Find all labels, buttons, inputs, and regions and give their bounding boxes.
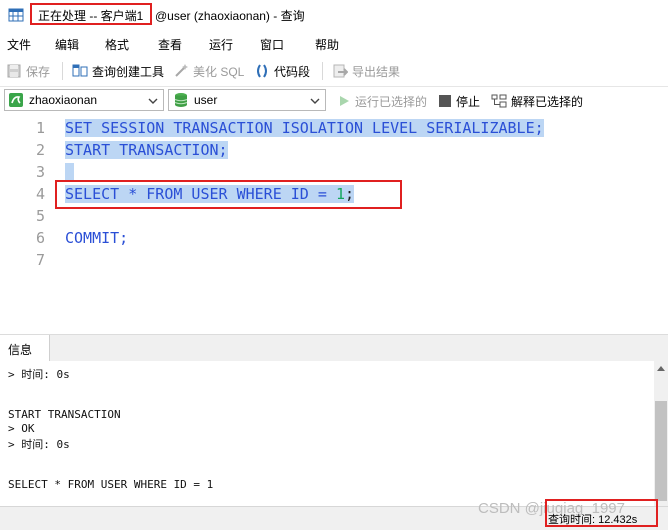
log-line: > OK	[8, 422, 35, 435]
log-scrollbar[interactable]	[654, 361, 668, 506]
line-number: 3	[35, 163, 45, 181]
database-icon	[174, 93, 188, 107]
log-line: START TRANSACTION	[8, 408, 121, 421]
chevron-down-icon	[310, 98, 320, 104]
explain-selected-button[interactable]: 解释已选择的	[491, 92, 583, 110]
log-line: > 时间: 0s	[8, 438, 70, 451]
menu-file[interactable]: 文件	[7, 36, 31, 53]
code-line-3-empty	[65, 163, 75, 181]
stop-button[interactable]: 停止	[438, 92, 480, 110]
toolbar-divider	[322, 62, 323, 80]
server-connection-icon	[9, 93, 23, 107]
app-icon	[8, 7, 24, 23]
database-select[interactable]: user	[168, 89, 326, 111]
window-title: @user (zhaoxiaonan) - 查询	[155, 9, 305, 23]
run-selected-label: 运行已选择的	[355, 94, 428, 109]
line-number: 5	[35, 207, 45, 225]
query-builder-button[interactable]: 查询创建工具	[72, 62, 164, 80]
run-selected-button[interactable]: 运行已选择的	[337, 92, 427, 110]
connection-bar: zhaoxiaonan user 运行已选择的 停止 解释已选择的	[0, 87, 668, 115]
line-number: 1	[35, 119, 45, 137]
code-line-6: COMMIT;	[65, 229, 129, 247]
menu-run[interactable]: 运行	[209, 36, 233, 53]
code-snippet-label: 代码段	[274, 64, 311, 79]
server-select[interactable]: zhaoxiaonan	[4, 89, 164, 111]
stop-icon	[439, 95, 451, 107]
tab-info[interactable]: 信息	[0, 335, 50, 361]
toolbar-divider	[62, 62, 63, 80]
play-icon	[340, 96, 349, 106]
query-builder-label: 查询创建工具	[92, 64, 165, 79]
tab-info-label: 信息	[8, 343, 33, 357]
menu-window[interactable]: 窗口	[260, 36, 284, 53]
menu-format[interactable]: 格式	[105, 36, 129, 53]
scroll-thumb[interactable]	[655, 401, 667, 501]
menu-help[interactable]: 帮助	[315, 36, 339, 53]
menu-bar: 文件 编辑 格式 查看 运行 窗口 帮助	[0, 32, 668, 54]
query-time: 查询时间: 12.432s	[548, 514, 638, 526]
menu-edit[interactable]: 编辑	[55, 36, 79, 53]
export-results-label: 导出结果	[352, 64, 401, 79]
title-bar: 正在处理 -- 客户端1 @user (zhaoxiaonan) - 查询	[0, 0, 668, 30]
server-name: zhaoxiaonan	[29, 93, 98, 107]
toolbar: 保存 查询创建工具 美化 SQL 代码段 导出结果	[0, 56, 668, 87]
code-snippet-button[interactable]: 代码段	[254, 62, 310, 80]
result-tab-strip: 信息	[0, 334, 668, 362]
log-line: > 时间: 0s	[8, 368, 70, 381]
line-number: 6	[35, 229, 45, 247]
select-highlight-box	[55, 180, 402, 209]
explain-icon	[491, 94, 507, 108]
save-icon	[7, 64, 21, 78]
beautify-sql-label: 美化 SQL	[193, 64, 245, 79]
line-number-gutter: 1 2 3 4 5 6 7	[0, 116, 48, 334]
save-label: 保存	[26, 64, 51, 79]
code-line-2: START TRANSACTION;	[65, 141, 228, 159]
sql-editor[interactable]: 1 2 3 4 5 6 7 SET SESSION TRANSACTION IS…	[0, 116, 668, 334]
window-title-status: 正在处理 -- 客户端1	[38, 9, 144, 23]
magic-wand-icon	[175, 64, 188, 77]
snippet-parentheses-icon	[257, 64, 267, 78]
message-log: > 时间: 0s START TRANSACTION > OK > 时间: 0s…	[0, 361, 654, 506]
line-number: 7	[35, 251, 45, 269]
menu-view[interactable]: 查看	[158, 36, 182, 53]
query-builder-icon	[72, 64, 88, 77]
beautify-sql-button[interactable]: 美化 SQL	[173, 62, 244, 80]
code-line-1: SET SESSION TRANSACTION ISOLATION LEVEL …	[65, 119, 544, 137]
stop-label: 停止	[456, 94, 481, 109]
database-name: user	[194, 93, 218, 107]
export-results-button[interactable]: 导出结果	[332, 62, 400, 80]
log-line: SELECT * FROM USER WHERE ID = 1	[8, 478, 214, 491]
scroll-up-arrow-icon[interactable]	[657, 365, 665, 371]
chevron-down-icon	[148, 98, 158, 104]
line-number: 2	[35, 141, 45, 159]
save-button[interactable]: 保存	[6, 62, 50, 80]
export-icon	[333, 64, 348, 78]
line-number: 4	[35, 185, 45, 203]
explain-selected-label: 解释已选择的	[511, 94, 584, 109]
